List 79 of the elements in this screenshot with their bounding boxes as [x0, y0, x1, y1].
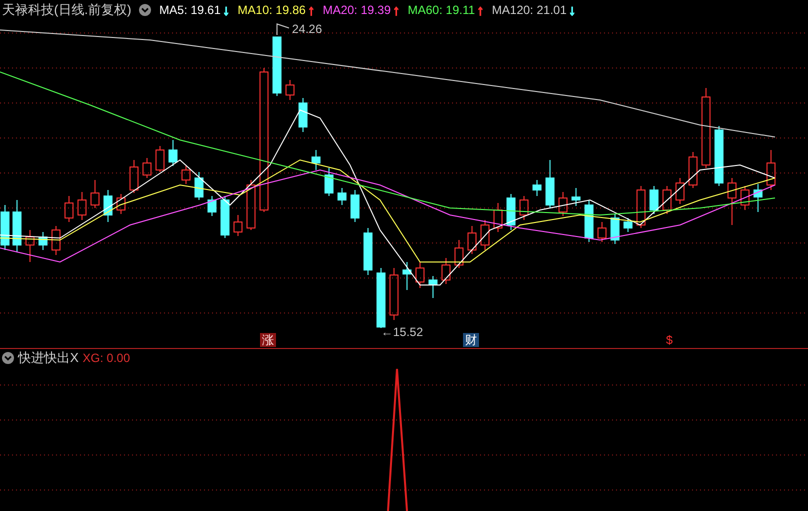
low-price-label: ←15.52 [381, 325, 424, 339]
event-marker[interactable]: 涨 [260, 333, 276, 347]
candlestick [26, 230, 34, 262]
candlestick [766, 150, 776, 190]
candlestick [532, 180, 542, 196]
candlestick [390, 268, 398, 320]
candlestick [584, 200, 594, 242]
candlestick [688, 152, 698, 188]
candlestick [480, 220, 490, 250]
candlestick [234, 214, 242, 236]
trend-arrow: ↑ [392, 3, 400, 17]
candlestick [558, 192, 568, 216]
candlestick [740, 186, 750, 210]
candlestick [78, 192, 86, 220]
collapse-icon[interactable] [2, 352, 14, 364]
candlestick [636, 186, 646, 228]
collapse-icon[interactable] [139, 4, 152, 16]
candlestick [130, 160, 138, 194]
candlestick [52, 226, 60, 256]
candlestick [520, 196, 528, 220]
candlestick [650, 186, 658, 214]
candlestick [610, 214, 620, 244]
trend-arrow: ↓ [568, 3, 576, 17]
candlestick [246, 180, 256, 230]
candlestick [416, 262, 424, 288]
candlestick [324, 168, 334, 196]
candlestick [64, 196, 74, 222]
candlestick [662, 186, 672, 214]
candlestick [298, 98, 308, 132]
candlestick [428, 276, 438, 298]
candlestick [194, 172, 204, 200]
candlestick [494, 202, 502, 232]
candlestick [0, 204, 10, 250]
indicator-title: 快进快出X [18, 349, 79, 367]
leader-line [276, 23, 290, 36]
candlestick [272, 36, 282, 96]
candlestick [286, 80, 294, 100]
stock-title: 天禄科技(日线.前复权) [2, 1, 132, 19]
candlestick [208, 196, 216, 216]
indicator-reading: XG: 0.00 [82, 351, 130, 365]
candlestick [142, 158, 152, 178]
high-price-label: 24.26 [292, 22, 322, 36]
candlestick [104, 190, 112, 222]
moving-average-reading: MA5: 19.61 [159, 3, 221, 17]
candlestick [598, 222, 606, 242]
candlestick [312, 150, 320, 170]
candlestick [454, 240, 464, 268]
moving-average-reading: MA120: 21.01 [492, 3, 567, 17]
candlestick [676, 178, 684, 204]
candlestick [38, 232, 48, 250]
trend-arrow: ↓ [222, 3, 230, 17]
candlestick [468, 226, 476, 254]
candlestick [12, 200, 22, 252]
trend-arrow: ↑ [476, 3, 484, 17]
candlestick [442, 258, 450, 284]
candlestick [546, 160, 554, 208]
event-marker[interactable]: 财 [463, 333, 479, 347]
candlestick [506, 194, 516, 230]
candlestick [754, 184, 762, 212]
moving-average-reading: MA10: 19.86 [238, 3, 306, 17]
candlestick [182, 166, 190, 184]
candlestick [402, 262, 412, 290]
trend-arrow: ↑ [308, 3, 315, 17]
candlestick [220, 196, 230, 238]
candlestick [714, 126, 724, 186]
candlestick [572, 188, 580, 206]
moving-average-reading: MA60: 19.11 [408, 3, 475, 17]
candlestick [364, 228, 372, 276]
candlestick [168, 140, 178, 166]
candlestick [90, 180, 100, 208]
candlestick [376, 268, 386, 328]
event-marker[interactable]: $ [664, 333, 675, 347]
candlestick [350, 190, 360, 222]
candlestick [116, 194, 126, 214]
moving-average-reading: MA20: 19.39 [322, 3, 391, 17]
candlestick [624, 218, 632, 232]
candlestick [156, 146, 164, 172]
candlestick [728, 178, 736, 226]
candlestick [338, 188, 346, 206]
